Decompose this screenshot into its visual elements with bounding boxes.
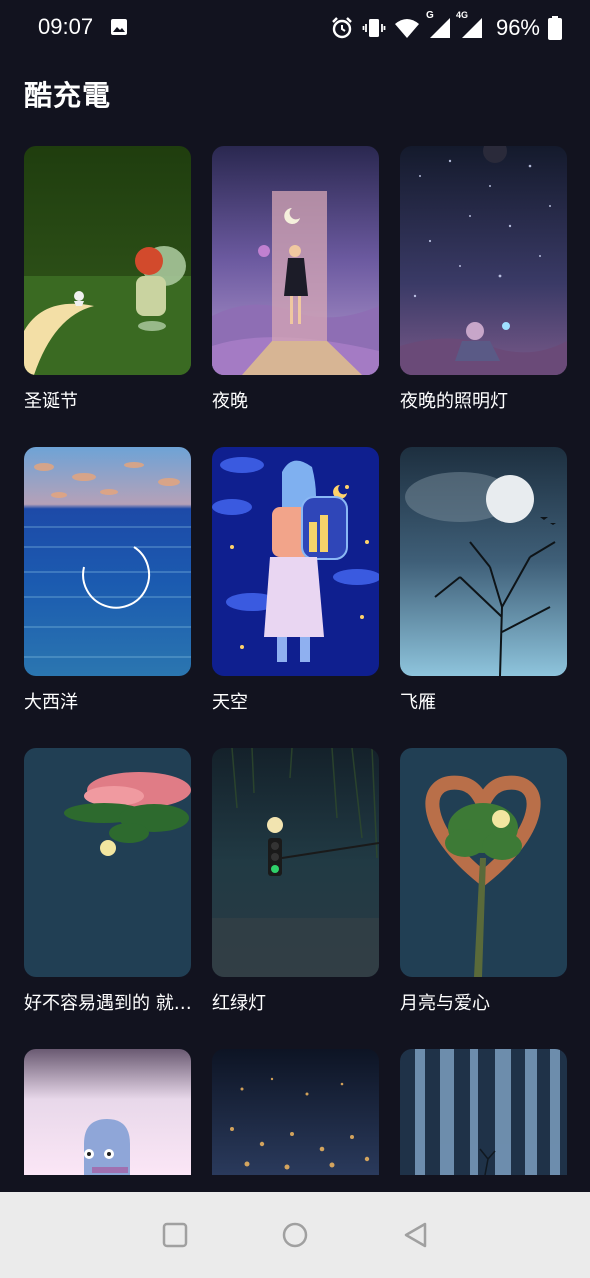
wallpaper-thumbnail[interactable] — [24, 1049, 191, 1175]
wallpaper-card-traffic-light[interactable]: 红绿灯 — [212, 748, 379, 1015]
wallpaper-card-night[interactable]: 夜晚 — [212, 146, 379, 413]
wallpaper-card-christmas[interactable]: 圣诞节 — [24, 146, 191, 413]
wallpaper-label: 好不容易遇到的 就… — [24, 993, 192, 1014]
wallpaper-card-atlantic[interactable]: 大西洋 — [24, 447, 191, 714]
image-icon — [111, 19, 127, 35]
wifi-icon — [394, 19, 419, 38]
recent-apps-icon[interactable] — [158, 1218, 192, 1252]
alarm-icon — [332, 17, 352, 39]
battery-percent: 96% — [495, 15, 540, 40]
signal-4g-label: 4G — [455, 10, 468, 20]
signal-4g-icon: 4G — [456, 10, 484, 40]
wallpaper-card-sky[interactable]: 天空 — [212, 447, 379, 714]
wallpaper-card-night-lantern[interactable]: 夜晚的照明灯 — [400, 146, 567, 413]
vibrate-icon — [362, 19, 386, 37]
traffic-light-thumbnail-image — [212, 748, 379, 977]
wallpaper-label: 大西洋 — [24, 692, 78, 713]
wallpaper-card-moon-love[interactable]: 月亮与爱心 — [400, 748, 567, 1015]
screen: 09:07 G 4G 96% 酷充電 圣诞节 夜晚 夜晚的照明灯 大西洋 天空 … — [0, 0, 590, 1278]
status-bar: 09:07 G 4G 96% — [0, 0, 590, 56]
moon-love-thumbnail-image — [400, 748, 567, 977]
wallpaper-thumbnail[interactable] — [400, 146, 567, 375]
wallpaper-thumbnail[interactable] — [400, 748, 567, 977]
home-icon[interactable] — [278, 1218, 312, 1252]
page-title: 酷充電 — [24, 79, 112, 112]
battery-icon — [548, 16, 562, 40]
wild-geese-thumbnail-image — [400, 447, 567, 676]
wallpaper-thumbnail[interactable] — [400, 447, 567, 676]
back-icon[interactable] — [398, 1218, 432, 1252]
sky-thumbnail-image — [212, 447, 379, 676]
wallpaper-thumbnail[interactable] — [24, 146, 191, 375]
atlantic-thumbnail-image — [24, 447, 191, 676]
wallpaper-thumbnail[interactable] — [24, 447, 191, 676]
wallpaper-thumbnail[interactable] — [212, 748, 379, 977]
status-icons: G 4G 96% — [330, 10, 562, 42]
wallpaper-thumbnail[interactable] — [212, 447, 379, 676]
wallpaper-label: 天空 — [212, 692, 248, 713]
wallpaper-thumbnail[interactable] — [400, 1049, 567, 1175]
wallpaper-label: 圣诞节 — [24, 391, 78, 412]
wallpaper-label: 红绿灯 — [212, 993, 266, 1014]
wallpaper-thumbnail[interactable] — [24, 748, 191, 977]
wallpaper-label: 夜晚 — [212, 391, 248, 412]
signal-g-icon: G — [426, 10, 452, 40]
wallpaper-thumbnail[interactable] — [212, 1049, 379, 1175]
night-lantern-thumbnail-image — [400, 146, 567, 375]
wallpaper-label: 夜晚的照明灯 — [400, 391, 508, 412]
wallpaper-card-wild-geese[interactable]: 飞雁 — [400, 447, 567, 714]
waterfall-thumbnail-image — [400, 1049, 567, 1175]
hard-to-meet-thumbnail-image — [24, 748, 191, 977]
night-thumbnail-image — [212, 146, 379, 375]
christmas-thumbnail-image — [24, 146, 191, 375]
lanterns-thumbnail-image — [212, 1049, 379, 1175]
wallpaper-thumbnail[interactable] — [212, 146, 379, 375]
wallpaper-card-ghost[interactable] — [24, 1049, 191, 1175]
signal-g-label: G — [425, 10, 434, 21]
navigation-bar — [0, 1192, 590, 1278]
status-time: 09:07 — [38, 14, 94, 39]
wallpaper-label: 月亮与爱心 — [400, 993, 490, 1014]
wallpaper-label: 飞雁 — [400, 692, 436, 713]
wallpaper-card-hard-to-meet[interactable]: 好不容易遇到的 就… — [24, 748, 192, 1015]
ghost-thumbnail-image — [24, 1049, 191, 1175]
wallpaper-card-waterfall[interactable] — [400, 1049, 567, 1175]
wallpaper-card-lanterns[interactable] — [212, 1049, 379, 1175]
